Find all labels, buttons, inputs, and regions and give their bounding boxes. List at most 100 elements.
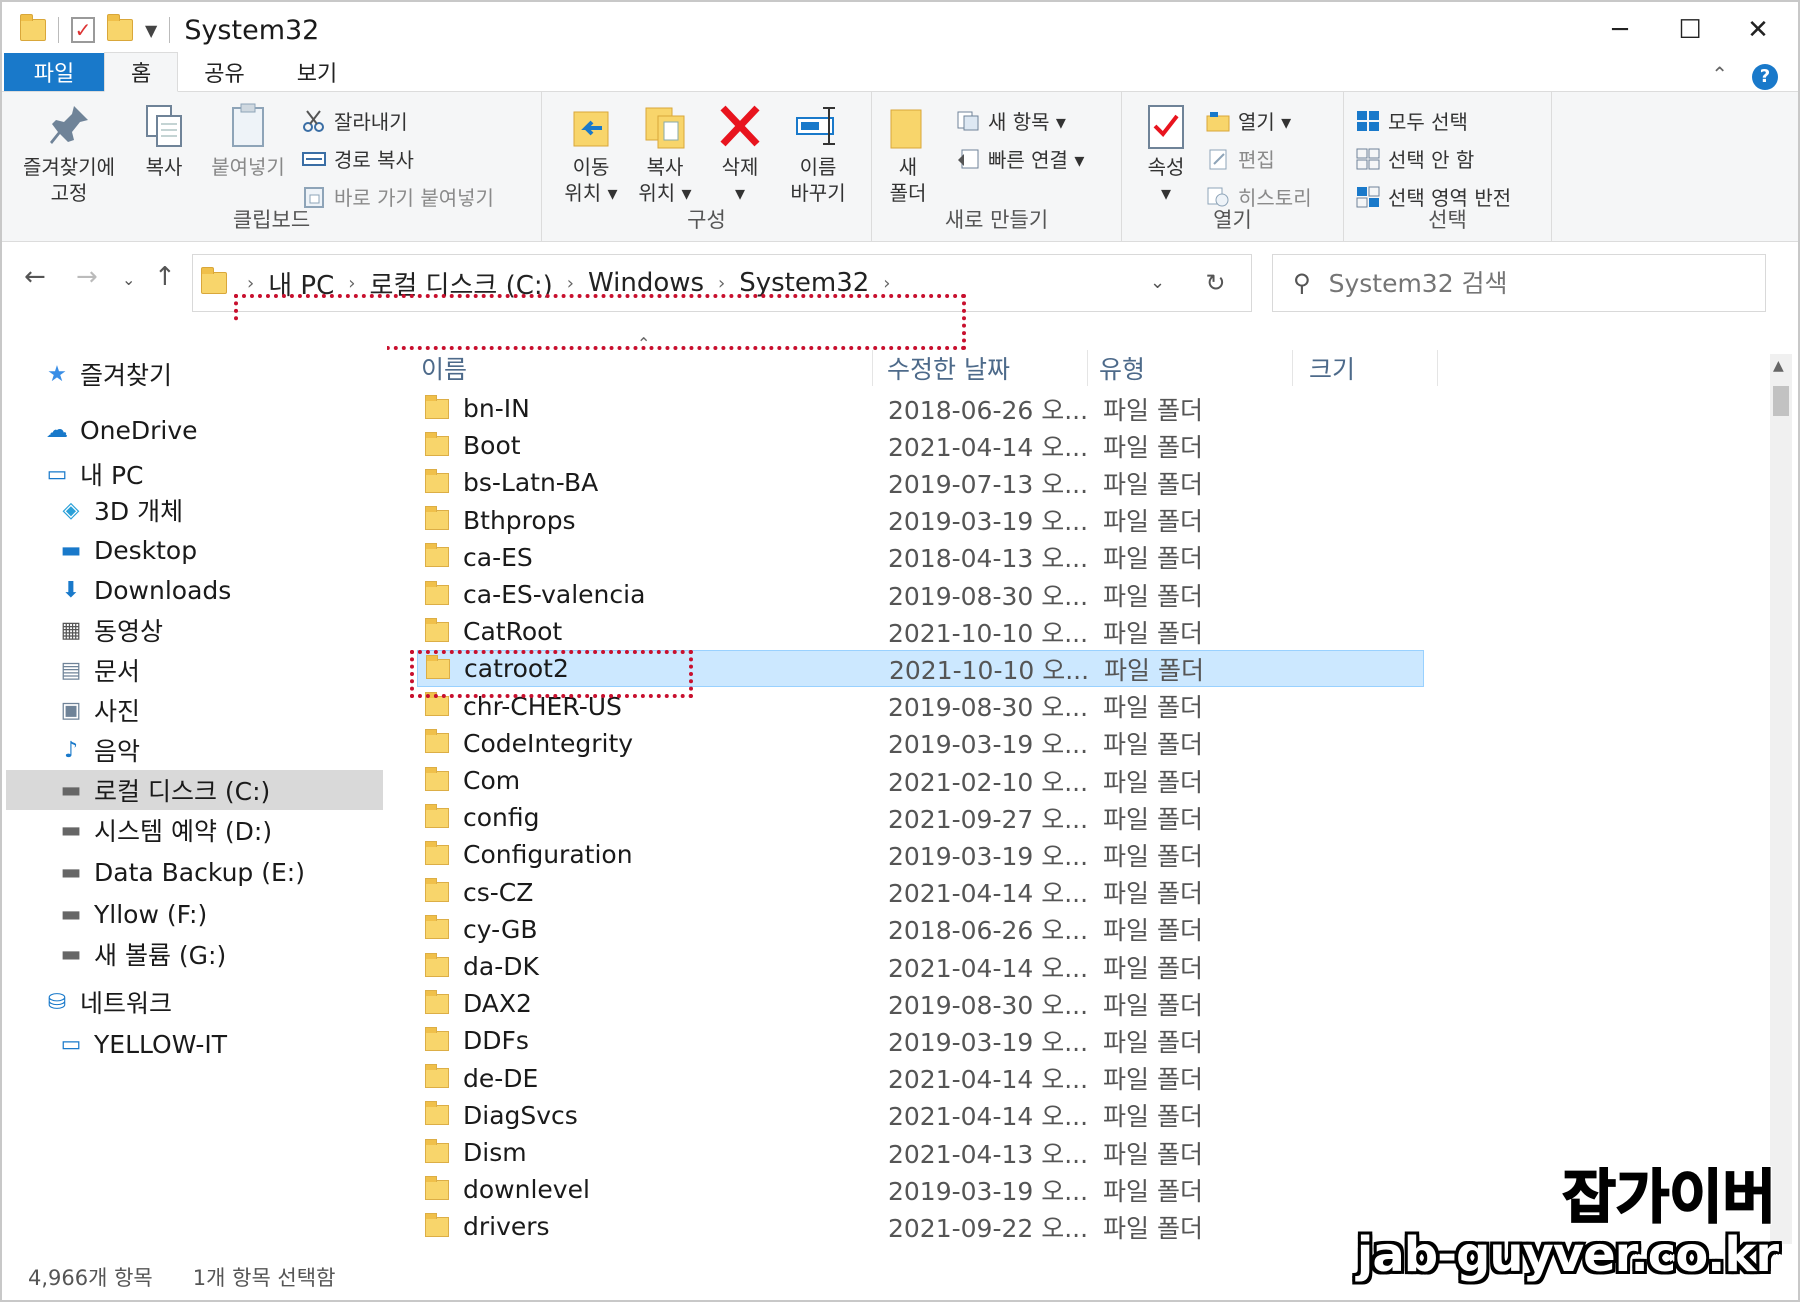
nav-item[interactable]: ★ 즐겨찾기 <box>44 354 172 394</box>
close-button[interactable]: ✕ <box>1718 2 1798 58</box>
table-row[interactable]: cy-GB 2018-06-26 오... 파일 폴더 <box>417 911 1424 948</box>
new-item-button[interactable]: 새 항목 ▾ <box>956 106 1066 135</box>
vertical-scrollbar[interactable]: ▲ <box>1770 354 1792 1244</box>
table-row[interactable]: de-DE 2021-04-14 오... 파일 폴더 <box>417 1060 1424 1097</box>
chevron-right-icon[interactable]: › <box>348 273 355 294</box>
file-type: 파일 폴더 <box>1103 916 1203 946</box>
column-divider[interactable] <box>1087 350 1088 386</box>
nav-item[interactable]: ▣ 사진 <box>58 690 140 730</box>
table-row[interactable]: Bthprops 2019-03-19 오... 파일 폴더 <box>417 502 1424 539</box>
table-row[interactable]: ca-ES-valencia 2019-08-30 오... 파일 폴더 <box>417 576 1424 613</box>
column-divider[interactable] <box>872 350 873 386</box>
minimize-button[interactable]: ─ <box>1580 2 1660 58</box>
search-box[interactable]: ⚲ <box>1272 254 1766 312</box>
tab-view[interactable]: 보기 <box>271 53 363 91</box>
table-row[interactable]: bs-Latn-BA 2019-07-13 오... 파일 폴더 <box>417 464 1424 501</box>
column-header-name[interactable]: 이름 <box>421 350 467 386</box>
nav-item[interactable]: ▬ Data Backup (E:) <box>58 852 305 892</box>
table-row[interactable]: Configuration 2019-03-19 오... 파일 폴더 <box>417 836 1424 873</box>
scroll-thumb[interactable] <box>1773 386 1789 416</box>
table-row[interactable]: catroot2 2021-10-10 오... 파일 폴더 <box>417 650 1424 688</box>
nav-item[interactable]: ⛁ 네트워크 <box>44 982 172 1022</box>
delete-button[interactable]: 삭제 ▾ <box>710 102 770 206</box>
nav-item[interactable]: ▭ 내 PC <box>44 454 144 494</box>
table-row[interactable]: config 2021-09-27 오... 파일 폴더 <box>417 799 1424 836</box>
table-row[interactable]: Com 2021-02-10 오... 파일 폴더 <box>417 762 1424 799</box>
nav-item[interactable]: ▬ 시스템 예약 (D:) <box>58 810 272 850</box>
copy-path-button[interactable]: 경로 복사 <box>302 144 414 173</box>
nav-item[interactable]: ▬ Yllow (F:) <box>58 894 208 934</box>
column-divider[interactable] <box>1437 350 1438 386</box>
table-row[interactable]: DAX2 2019-08-30 오... 파일 폴더 <box>417 985 1424 1022</box>
table-row[interactable]: CodeIntegrity 2019-03-19 오... 파일 폴더 <box>417 725 1424 762</box>
edit-button[interactable]: 편집 <box>1206 144 1275 173</box>
column-header-type[interactable]: 유형 <box>1099 350 1145 386</box>
nav-item[interactable]: ▤ 문서 <box>58 650 140 690</box>
nav-item[interactable]: ▦ 동영상 <box>58 610 163 650</box>
properties-quick-icon[interactable]: ✓ <box>71 17 95 43</box>
search-input[interactable] <box>1328 268 1729 298</box>
folder-icon <box>425 915 449 940</box>
rename-button[interactable]: 이름 바꾸기 <box>778 102 858 206</box>
table-row[interactable]: downlevel 2019-03-19 오... 파일 폴더 <box>417 1171 1424 1208</box>
tab-home[interactable]: 홈 <box>104 52 179 92</box>
breadcrumb-windows[interactable]: Windows <box>588 268 704 298</box>
cut-button[interactable]: 잘라내기 <box>302 106 408 135</box>
nav-item[interactable]: ▬ 로컬 디스크 (C:) <box>6 770 383 810</box>
refresh-button[interactable]: ↻ <box>1180 254 1252 312</box>
tab-share[interactable]: 공유 <box>178 53 270 91</box>
scroll-up-icon[interactable]: ▲ <box>1773 358 1784 374</box>
chevron-up-icon[interactable]: ⌃ <box>1711 62 1728 86</box>
customize-toolbar-chevron-icon[interactable]: ▼ <box>145 21 157 40</box>
select-all-button[interactable]: 모두 선택 <box>1356 106 1468 135</box>
easy-access-button[interactable]: 빠른 연결 ▾ <box>956 144 1084 173</box>
nav-item[interactable]: ▬ Desktop <box>58 530 198 570</box>
column-header-size[interactable]: 크기 <box>1309 350 1355 386</box>
file-name: bs-Latn-BA <box>463 468 599 498</box>
nav-item[interactable]: ▭ YELLOW-IT <box>58 1024 228 1064</box>
column-divider[interactable] <box>1292 350 1293 386</box>
breadcrumb-local-disk[interactable]: 로컬 디스크 (C:) <box>369 265 552 302</box>
address-bar[interactable]: › 내 PC › 로컬 디스크 (C:) › Windows › System3… <box>192 254 1252 312</box>
table-row[interactable]: ca-ES 2018-04-13 오... 파일 폴더 <box>417 539 1424 576</box>
nav-item[interactable]: ◈ 3D 개체 <box>58 490 184 530</box>
select-none-button[interactable]: 선택 안 함 <box>1356 144 1474 173</box>
table-row[interactable]: Boot 2021-04-14 오... 파일 폴더 <box>417 427 1424 464</box>
forward-arrow-icon[interactable]: → <box>76 262 98 292</box>
table-row[interactable]: bn-IN 2018-06-26 오... 파일 폴더 <box>417 390 1424 427</box>
nav-item[interactable]: ♪ 음악 <box>58 730 140 770</box>
paste-button[interactable]: 붙여넣기 <box>202 102 294 180</box>
table-row[interactable]: DDFs 2019-03-19 오... 파일 폴더 <box>417 1022 1424 1059</box>
chevron-right-icon[interactable]: › <box>567 273 574 294</box>
chevron-right-icon[interactable]: › <box>247 273 254 294</box>
back-arrow-icon[interactable]: ← <box>24 262 46 292</box>
breadcrumb-this-pc[interactable]: 내 PC <box>268 265 334 302</box>
pin-to-quick-access-button[interactable]: 즐겨찾기에 고정 <box>14 102 124 206</box>
table-row[interactable]: Dism 2021-04-13 오... 파일 폴더 <box>417 1134 1424 1171</box>
copy-button[interactable]: 복사 <box>134 102 194 180</box>
help-icon[interactable]: ? <box>1752 64 1778 90</box>
column-header-date[interactable]: 수정한 날짜 <box>887 350 1010 386</box>
table-row[interactable]: DiagSvcs 2021-04-14 오... 파일 폴더 <box>417 1097 1424 1134</box>
up-arrow-icon[interactable]: ↑ <box>154 262 176 292</box>
table-row[interactable]: cs-CZ 2021-04-14 오... 파일 폴더 <box>417 874 1424 911</box>
table-row[interactable]: drivers 2021-09-22 오... 파일 폴더 <box>417 1208 1424 1245</box>
table-row[interactable]: CatRoot 2021-10-10 오... 파일 폴더 <box>417 613 1424 650</box>
tab-file[interactable]: 파일 <box>4 53 104 91</box>
nav-item[interactable]: ⬇ Downloads <box>58 570 232 610</box>
properties-button[interactable]: 속성 ▾ <box>1138 102 1194 206</box>
nav-item[interactable]: ☁ OneDrive <box>44 410 198 450</box>
copy-to-button[interactable]: 복사 위치 ▾ <box>632 102 698 206</box>
move-to-button[interactable]: 이동 위치 ▾ <box>558 102 624 206</box>
table-row[interactable]: chr-CHER-US 2019-08-30 오... 파일 폴더 <box>417 688 1424 725</box>
chevron-right-icon[interactable]: › <box>883 273 890 294</box>
open-button[interactable]: 열기 ▾ <box>1206 106 1291 135</box>
new-folder-button[interactable]: 새 폴더 <box>878 102 938 206</box>
breadcrumb-system32[interactable]: System32 <box>739 268 869 298</box>
recent-locations-chevron-icon[interactable]: ⌄ <box>122 270 135 289</box>
new-folder-quick-icon[interactable] <box>107 14 133 41</box>
table-row[interactable]: da-DK 2021-04-14 오... 파일 폴더 <box>417 948 1424 985</box>
address-dropdown-chevron-icon[interactable]: ⌄ <box>1150 272 1165 293</box>
nav-item[interactable]: ▬ 새 볼륨 (G:) <box>58 934 227 974</box>
chevron-right-icon[interactable]: › <box>718 273 725 294</box>
